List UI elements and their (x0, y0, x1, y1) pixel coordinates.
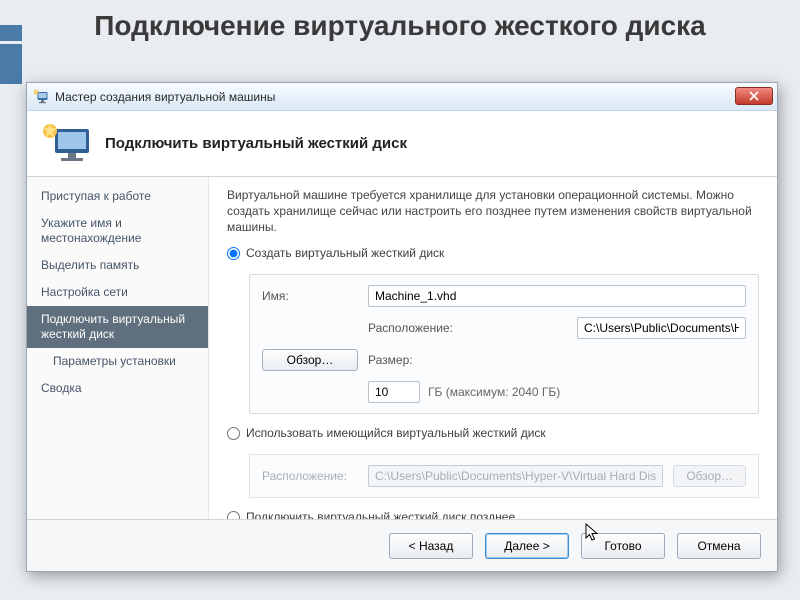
size-label: Размер: (368, 353, 567, 367)
option-create[interactable]: Создать виртуальный жесткий диск (227, 246, 759, 260)
size-input[interactable] (368, 381, 420, 403)
use-location-input (368, 465, 663, 487)
close-button[interactable] (735, 87, 773, 105)
cancel-button[interactable]: Отмена (677, 533, 761, 559)
wizard-header-icon (41, 121, 93, 167)
nav-step-start[interactable]: Приступая к работе (27, 183, 208, 210)
size-unit: ГБ (максимум: 2040 ГБ) (428, 385, 560, 399)
window-titlebar: Мастер создания виртуальной машины (27, 83, 777, 111)
radio-create[interactable] (227, 247, 240, 260)
slide-title: Подключение виртуального жесткого диска (0, 0, 800, 50)
wizard-window: Мастер создания виртуальной машины Подкл… (26, 82, 778, 572)
name-label: Имя: (262, 289, 358, 303)
wizard-footer: < Назад Далее > Готово Отмена (27, 519, 777, 571)
nav-step-name[interactable]: Укажите имя и местонахождение (27, 210, 208, 252)
browse-button[interactable]: Обзор… (262, 349, 358, 371)
option-create-label: Создать виртуальный жесткий диск (246, 246, 444, 260)
location-input[interactable] (577, 317, 746, 339)
nav-step-install[interactable]: Параметры установки (27, 348, 208, 375)
wizard-header-title: Подключить виртуальный жесткий диск (105, 135, 407, 152)
next-button[interactable]: Далее > (485, 533, 569, 559)
wizard-body: Приступая к работе Укажите имя и местона… (27, 177, 777, 519)
slide-accent (0, 44, 22, 84)
wizard-header: Подключить виртуальный жесткий диск (27, 111, 777, 177)
nav-step-summary[interactable]: Сводка (27, 375, 208, 402)
use-location-label: Расположение: (262, 469, 358, 483)
app-icon (33, 89, 49, 105)
create-subform: Имя: Расположение: Обзор… Размер: ГБ (ма… (249, 274, 759, 414)
option-use-existing-label: Использовать имеющийся виртуальный жестк… (246, 426, 546, 440)
wizard-content: Виртуальной машине требуется хранилище д… (209, 177, 777, 519)
use-subform: Расположение: Обзор… (249, 454, 759, 498)
nav-step-network[interactable]: Настройка сети (27, 279, 208, 306)
use-browse-button: Обзор… (673, 465, 746, 487)
location-label: Расположение: (368, 321, 567, 335)
slide-accent (0, 25, 22, 41)
content-description: Виртуальной машине требуется хранилище д… (227, 187, 759, 236)
close-icon (749, 91, 759, 101)
name-input[interactable] (368, 285, 746, 307)
nav-step-vhd[interactable]: Подключить виртуальный жесткий диск (27, 306, 208, 348)
nav-step-memory[interactable]: Выделить память (27, 252, 208, 279)
finish-button[interactable]: Готово (581, 533, 665, 559)
back-button[interactable]: < Назад (389, 533, 473, 559)
option-use-existing[interactable]: Использовать имеющийся виртуальный жестк… (227, 426, 759, 440)
window-title: Мастер создания виртуальной машины (55, 90, 275, 104)
wizard-nav: Приступая к работе Укажите имя и местона… (27, 177, 209, 519)
radio-use-existing[interactable] (227, 427, 240, 440)
